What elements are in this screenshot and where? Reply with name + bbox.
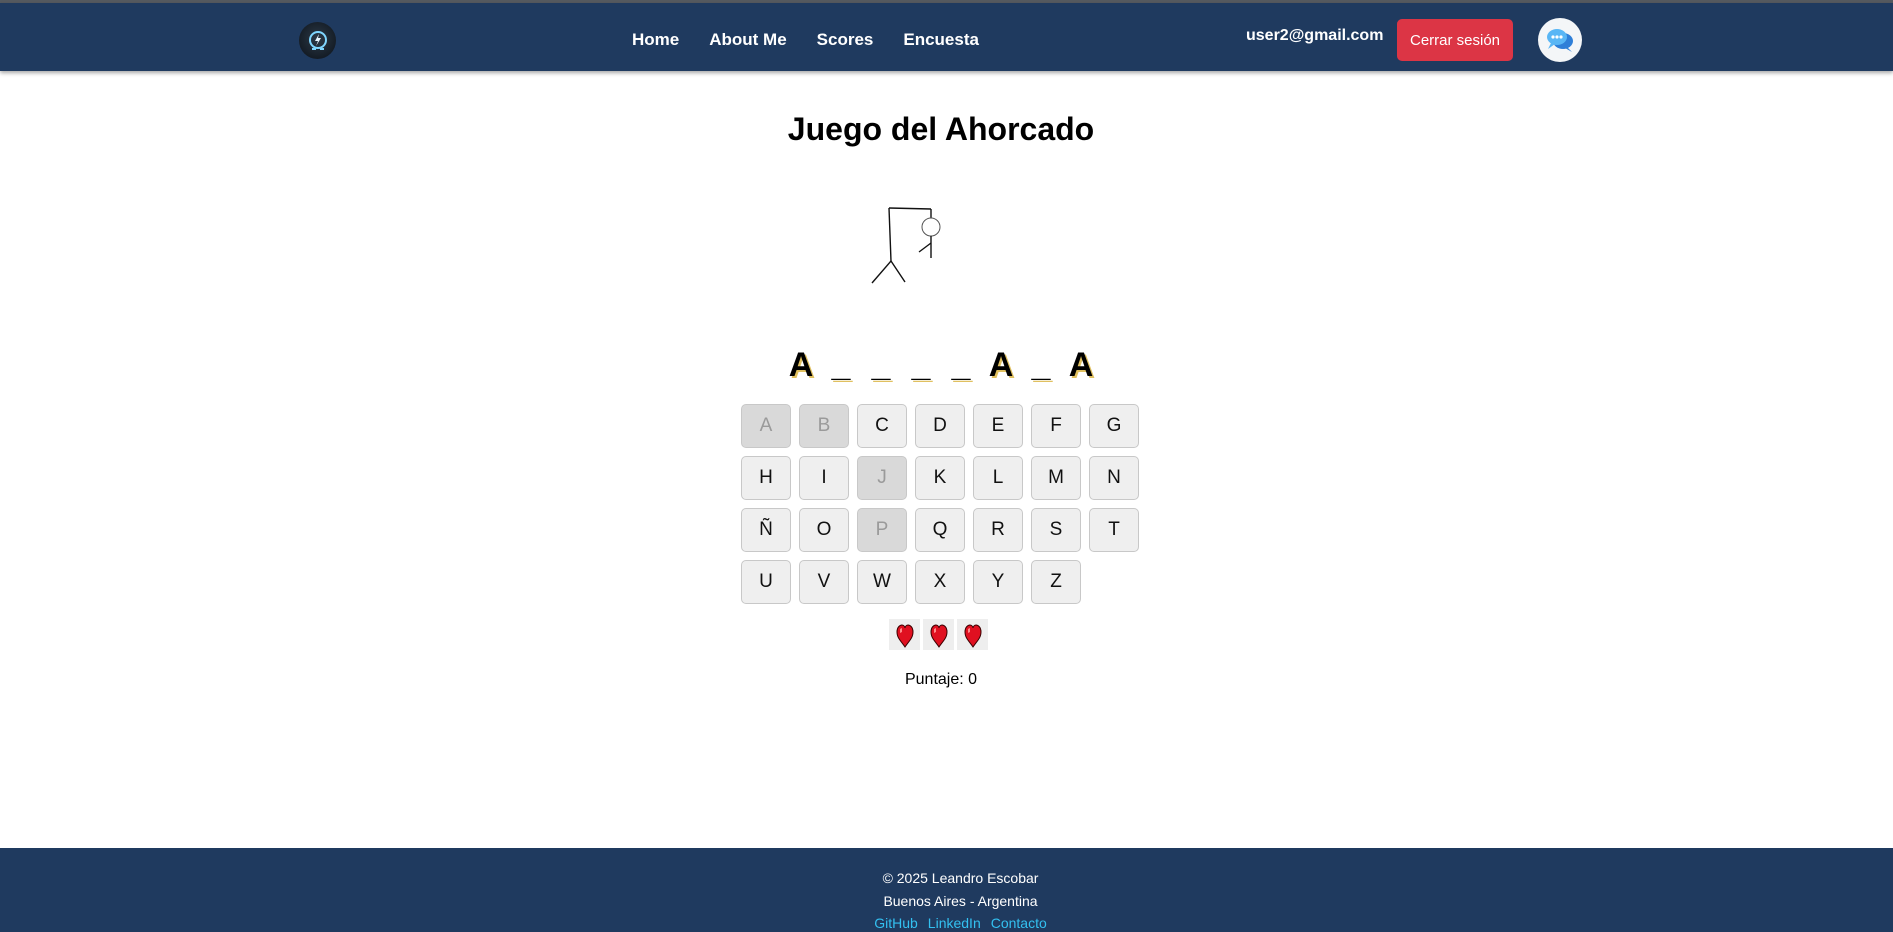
- nav-link-encuesta[interactable]: Encuesta: [903, 28, 979, 52]
- word-letter-slot: _: [871, 346, 891, 384]
- word-letter-slot: _: [1031, 346, 1051, 384]
- footer: © 2025 Leandro Escobar Buenos Aires - Ar…: [0, 848, 1893, 932]
- letter-key-b[interactable]: B: [799, 404, 849, 448]
- letter-key-e[interactable]: E: [973, 404, 1023, 448]
- letter-key-k[interactable]: K: [915, 456, 965, 500]
- letter-key-q[interactable]: Q: [915, 508, 965, 552]
- word-display: A _ _ _ _ A _ A: [0, 345, 1882, 385]
- letter-key-g[interactable]: G: [1089, 404, 1139, 448]
- navbar: Home About Me Scores Encuesta user2@gmai…: [0, 3, 1893, 71]
- chat-button[interactable]: [1538, 18, 1582, 62]
- letter-key-v[interactable]: V: [799, 560, 849, 604]
- heart-icon: [957, 619, 988, 650]
- logout-button[interactable]: Cerrar sesión: [1397, 19, 1513, 61]
- heart-icon: [889, 619, 920, 650]
- main-nav: Home About Me Scores Encuesta: [632, 28, 979, 52]
- letter-key-i[interactable]: I: [799, 456, 849, 500]
- letter-key-m[interactable]: M: [1031, 456, 1081, 500]
- footer-link-contacto[interactable]: Contacto: [991, 914, 1047, 932]
- letter-key-x[interactable]: X: [915, 560, 965, 604]
- word-letter-slot: A: [1068, 346, 1094, 384]
- letter-key-f[interactable]: F: [1031, 404, 1081, 448]
- nav-link-home[interactable]: Home: [632, 28, 679, 52]
- letter-key-r[interactable]: R: [973, 508, 1023, 552]
- letter-key-a[interactable]: A: [741, 404, 791, 448]
- word-letter-slot: A: [988, 346, 1014, 384]
- letter-key-y[interactable]: Y: [973, 560, 1023, 604]
- footer-copyright: © 2025 Leandro Escobar: [882, 870, 1039, 886]
- heart-icon: [923, 619, 954, 650]
- footer-link-linkedin[interactable]: LinkedIn: [928, 914, 981, 932]
- user-email: user2@gmail.com: [1246, 27, 1384, 44]
- letter-key-o[interactable]: O: [799, 508, 849, 552]
- lives-indicator: [889, 619, 988, 650]
- letter-key-l[interactable]: L: [973, 456, 1023, 500]
- footer-location: Buenos Aires - Argentina: [883, 893, 1038, 909]
- chat-bubbles-icon: [1547, 29, 1573, 52]
- logo-icon[interactable]: [299, 22, 336, 59]
- footer-link-github[interactable]: GitHub: [874, 914, 918, 932]
- omega-bolt-icon: [308, 30, 327, 50]
- letter-key-c[interactable]: C: [857, 404, 907, 448]
- hangman-drawing: [871, 207, 941, 284]
- letter-key-z[interactable]: Z: [1031, 560, 1081, 604]
- letter-keyboard: ABCDEFG HIJKLMN ÑOPQRST UVWXYZ: [741, 404, 1145, 604]
- letter-key-w[interactable]: W: [857, 560, 907, 604]
- page-title: Juego del Ahorcado: [787, 111, 1095, 147]
- letter-key-ñ[interactable]: Ñ: [741, 508, 791, 552]
- letter-key-j[interactable]: J: [857, 456, 907, 500]
- word-letter-slot: _: [831, 346, 851, 384]
- score-text: Puntaje: 0: [904, 671, 978, 688]
- letter-key-h[interactable]: H: [741, 456, 791, 500]
- letter-key-u[interactable]: U: [741, 560, 791, 604]
- footer-links: GitHub LinkedIn Contacto: [0, 914, 1893, 932]
- letter-key-n[interactable]: N: [1089, 456, 1139, 500]
- word-letter-slot: _: [951, 346, 971, 384]
- letter-key-d[interactable]: D: [915, 404, 965, 448]
- letter-key-t[interactable]: T: [1089, 508, 1139, 552]
- nav-link-scores[interactable]: Scores: [817, 28, 874, 52]
- letter-key-p[interactable]: P: [857, 508, 907, 552]
- nav-link-about-me[interactable]: About Me: [709, 28, 786, 52]
- word-letter-slot: _: [911, 346, 931, 384]
- letter-key-s[interactable]: S: [1031, 508, 1081, 552]
- word-letter-slot: A: [788, 346, 814, 384]
